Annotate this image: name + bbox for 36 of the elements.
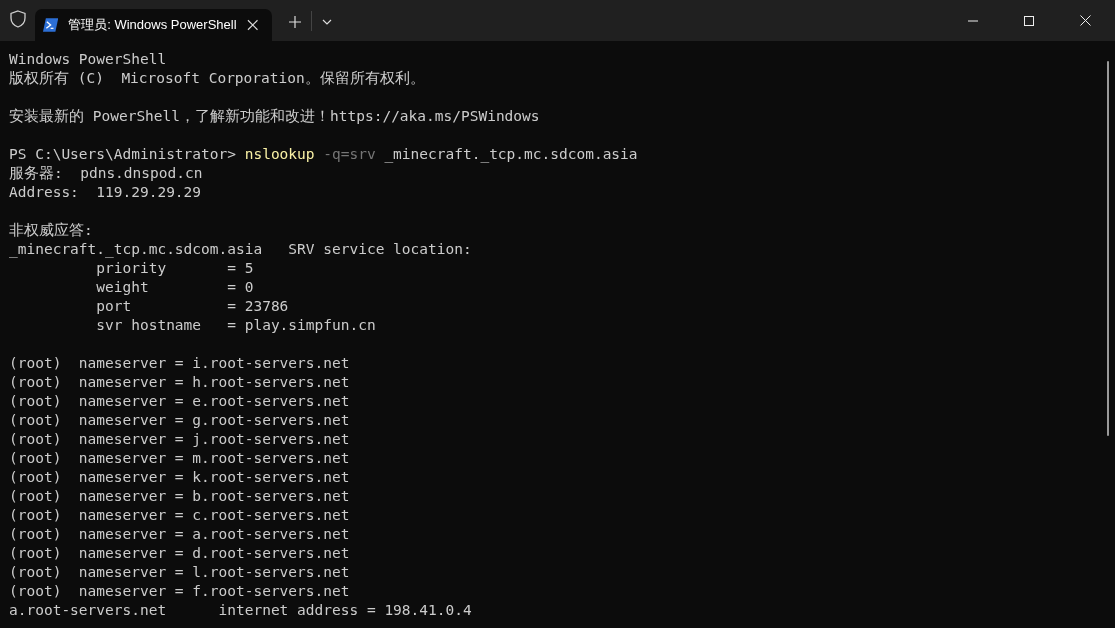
terminal-line: (root) nameserver = l.root-servers.net — [9, 563, 351, 582]
terminal-line: 非权威应答: — [9, 221, 94, 240]
terminal-line: (root) nameserver = h.root-servers.net — [9, 373, 351, 392]
close-icon[interactable] — [246, 19, 258, 31]
terminal-line: (root) nameserver = i.root-servers.net — [9, 354, 351, 373]
terminal-line: (root) nameserver = m.root-servers.net — [9, 449, 351, 468]
shield-icon — [10, 10, 26, 28]
close-icon[interactable] — [1080, 15, 1091, 26]
terminal-line: port = 23786 — [95, 297, 290, 316]
terminal-line: PS C:\Users\Administrator> nslookup -q=srv _minecraft._tcp.mc.sdcom.asia — [9, 145, 639, 164]
terminal-tab[interactable]: 管理员: Windows PowerShell — [35, 9, 272, 41]
maximize-icon[interactable] — [1024, 16, 1034, 26]
terminal-line: svr hostname = play.simpfun.cn — [95, 316, 377, 335]
terminal-line: priority = 5 — [95, 259, 255, 278]
terminal-line: Address: 119.29.29.29 — [9, 183, 203, 202]
terminal-line: (root) nameserver = b.root-servers.net — [9, 487, 351, 506]
tab-title: 管理员: Windows PowerShell — [68, 16, 237, 34]
plus-icon[interactable] — [289, 16, 301, 28]
terminal-line: 版权所有 (C) Microsoft Corporation。保留所有权利。 — [9, 69, 426, 88]
terminal-line: (root) nameserver = f.root-servers.net — [9, 582, 351, 601]
terminal-line: (root) nameserver = c.root-servers.net — [9, 506, 351, 525]
terminal-line: (root) nameserver = d.root-servers.net — [9, 544, 351, 563]
powershell-icon — [43, 18, 59, 32]
terminal-line: weight = 0 — [95, 278, 255, 297]
terminal-line: (root) nameserver = k.root-servers.net — [9, 468, 351, 487]
terminal-line: Windows PowerShell — [9, 50, 168, 69]
terminal-line: _minecraft._tcp.mc.sdcom.asia SRV service location: — [9, 240, 473, 259]
chevron-down-icon[interactable] — [322, 19, 332, 25]
terminal-line: (root) nameserver = a.root-servers.net — [9, 525, 351, 544]
terminal-line: 服务器: pdns.dnspod.cn — [9, 164, 204, 183]
terminal-line: 安装最新的 PowerShell，了解新功能和改进！https://aka.ms/PSWindows — [9, 107, 541, 126]
scrollbar-thumb[interactable] — [1107, 61, 1109, 436]
terminal-line: (root) nameserver = e.root-servers.net — [9, 392, 351, 411]
terminal-line: a.root-servers.net internet address = 198.41.0.4 — [9, 601, 473, 620]
terminal-line: (root) nameserver = j.root-servers.net — [9, 430, 351, 449]
terminal-line: (root) nameserver = g.root-servers.net — [9, 411, 351, 430]
